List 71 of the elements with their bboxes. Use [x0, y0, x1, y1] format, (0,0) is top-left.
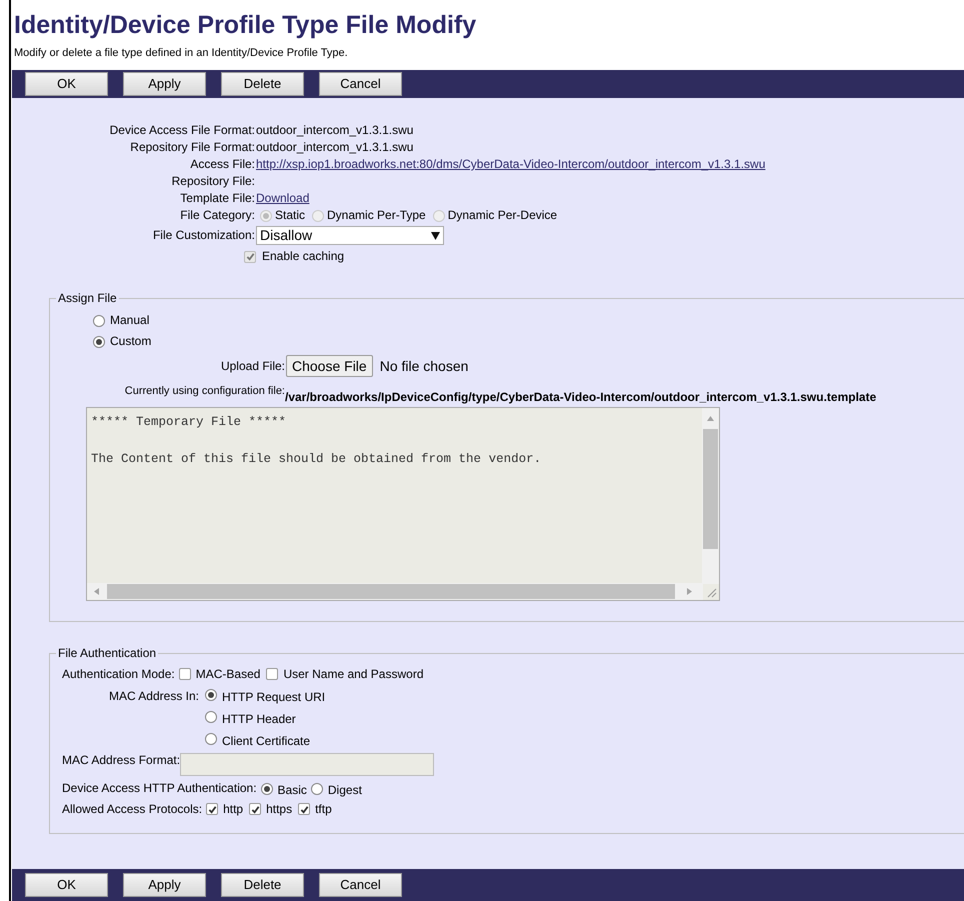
dropdown[interactable]: Disallow	[256, 226, 444, 245]
checkbox[interactable]	[249, 803, 262, 815]
checkbox[interactable]	[266, 668, 278, 680]
checkbox-label: tftp	[315, 802, 332, 816]
radio-label: Manual	[110, 313, 150, 328]
field-label: Upload File:	[220, 358, 285, 375]
group-legend: Assign File	[56, 289, 119, 307]
field-label: Repository File:	[172, 174, 255, 188]
action-button[interactable]: Delete	[221, 72, 304, 96]
radio-label: HTTP Header	[222, 712, 296, 726]
link[interactable]: http://xsp.iop1.broadworks.net:80/dms/CyberData-Video-Intercom/outdoor_intercom_v1.3.1.swu	[256, 157, 766, 172]
action-button[interactable]: OK	[25, 873, 108, 897]
radio-button[interactable]	[205, 689, 217, 701]
field-label: Allowed Access Protocols:	[62, 802, 202, 816]
checkbox-label: http	[223, 802, 244, 816]
checkbox[interactable]	[178, 668, 191, 680]
resize-grip-icon[interactable]	[705, 586, 717, 598]
action-button[interactable]: Apply	[123, 72, 206, 96]
field-label: File Category:	[180, 208, 255, 222]
field-label: Repository File Format:	[130, 140, 255, 154]
field-label: Access File:	[190, 157, 255, 171]
radio-button[interactable]	[310, 783, 323, 795]
group-legend: File Authentication	[56, 644, 158, 662]
field-label: Currently using configuration file:	[124, 385, 285, 397]
action-button[interactable]: Cancel	[319, 72, 402, 96]
checkbox-label: User Name and Password	[283, 667, 424, 681]
field-label: MAC Address Format:	[62, 753, 180, 767]
checkbox-label: Enable caching	[262, 249, 344, 264]
checkbox-label: https	[266, 802, 292, 816]
horizontal-scrollbar[interactable]	[87, 583, 703, 600]
radio-label: Client Certificate	[222, 734, 310, 748]
field-value: outdoor_intercom_v1.3.1.swu	[256, 140, 414, 155]
vertical-scrollbar[interactable]	[702, 408, 719, 584]
radio-button[interactable]	[260, 783, 273, 795]
action-button[interactable]: Apply	[123, 873, 206, 897]
action-button[interactable]: Delete	[221, 873, 304, 897]
radio-label: Digest	[328, 783, 362, 797]
action-button[interactable]: OK	[25, 72, 108, 96]
field-label: Authentication Mode:	[62, 667, 175, 681]
field-label: MAC Address In:	[108, 689, 199, 703]
choose-file-button[interactable]: Choose File	[286, 355, 373, 377]
scroll-left-arrow-icon[interactable]	[92, 587, 101, 596]
radio-label: Basic	[278, 783, 307, 797]
radio-label: Dynamic Per-Device	[448, 208, 558, 223]
file-status: No file chosen	[380, 356, 468, 376]
page-description: Modify or delete a file type defined in an Identity/Device Profile Type.	[13, 46, 349, 60]
file-content: ***** Temporary File ***** The Content of this file should be obtained from the vendor.	[91, 414, 542, 468]
field-value: outdoor_intercom_v1.3.1.swu	[256, 123, 414, 138]
field-label: File Customization:	[152, 228, 255, 242]
field-label: Device Access File Format:	[110, 123, 255, 137]
radio-label: Dynamic Per-Type	[327, 208, 426, 223]
field-label: Template File:	[180, 191, 255, 205]
field-label: Device Access HTTP Authentication:	[62, 781, 257, 795]
radio-button[interactable]	[205, 733, 217, 745]
radio-label: Static	[275, 208, 306, 223]
radio-button[interactable]	[205, 711, 217, 723]
input-field[interactable]	[180, 753, 434, 776]
checkbox[interactable]	[298, 803, 310, 815]
checkbox[interactable]	[206, 803, 218, 815]
scroll-up-arrow-icon[interactable]	[706, 414, 715, 423]
dropdown-arrow-icon	[431, 232, 440, 240]
radio-button[interactable]	[93, 336, 105, 348]
page-title: Identity/Device Profile Type File Modify	[13, 10, 478, 40]
link[interactable]: Download	[256, 191, 310, 206]
radio-button[interactable]	[93, 314, 105, 326]
action-button[interactable]: Cancel	[319, 873, 402, 897]
file-path: /var/broadworks/IpDeviceConfig/type/CyberData-Video-Intercom/outdoor_intercom_v1.3.1.swu.template	[285, 389, 876, 406]
radio-label: Custom	[110, 334, 152, 349]
scroll-right-arrow-icon[interactable]	[685, 587, 694, 596]
checkbox-label: MAC-Based	[196, 667, 260, 681]
radio-label: HTTP Request URI	[222, 690, 326, 704]
